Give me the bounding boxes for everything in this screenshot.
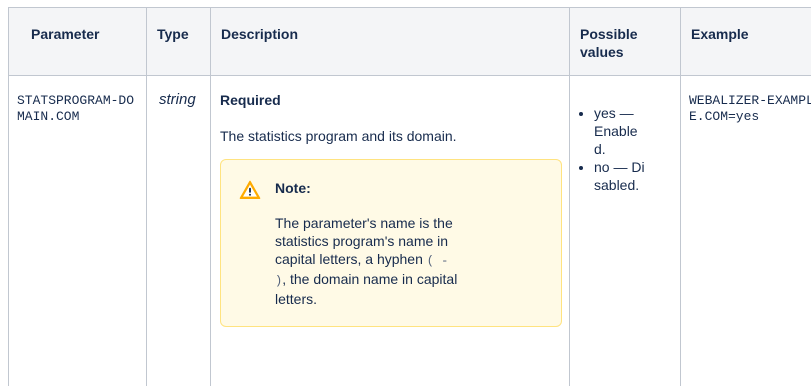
header-description: Description bbox=[210, 7, 570, 76]
list-item: yes — Enabled. bbox=[594, 104, 646, 158]
values-list: yes — Enabled. no — Disabled. bbox=[570, 104, 674, 194]
cell-example: WEBALIZER-EXAMPLE.COM=yes bbox=[680, 75, 811, 386]
table-row: STATSPROGRAM-DOMAIN.COM string Required … bbox=[8, 75, 811, 386]
parameter-name: STATSPROGRAM-DOMAIN.COM bbox=[17, 93, 135, 124]
example-value: WEBALIZER-EXAMPLE.COM=yes bbox=[689, 93, 811, 124]
header-possible-values: Possible values bbox=[569, 7, 681, 76]
required-label: Required bbox=[220, 92, 281, 108]
list-item: no — Disabled. bbox=[594, 158, 646, 194]
cell-possible-values: yes — Enabled. no — Disabled. bbox=[569, 75, 681, 386]
header-type: Type bbox=[146, 7, 211, 76]
parameters-table: Parameter Type Description Possible valu… bbox=[8, 7, 811, 386]
warning-icon bbox=[239, 180, 261, 199]
note-panel: Note: The parameter's name is the statis… bbox=[220, 159, 562, 327]
cell-description: Required The statistics program and its … bbox=[210, 75, 570, 386]
table-container: Parameter Type Description Possible valu… bbox=[8, 7, 811, 386]
description-text: The statistics program and its domain. bbox=[220, 128, 457, 144]
parameter-type: string bbox=[159, 91, 196, 108]
cell-parameter: STATSPROGRAM-DOMAIN.COM bbox=[8, 75, 147, 386]
table-header-row: Parameter Type Description Possible valu… bbox=[8, 7, 811, 76]
header-parameter: Parameter bbox=[8, 7, 147, 76]
note-title: Note: bbox=[275, 180, 311, 196]
header-example: Example bbox=[680, 7, 811, 76]
cell-type: string bbox=[146, 75, 211, 386]
note-text: The parameter's name is the statistics p… bbox=[275, 215, 458, 307]
